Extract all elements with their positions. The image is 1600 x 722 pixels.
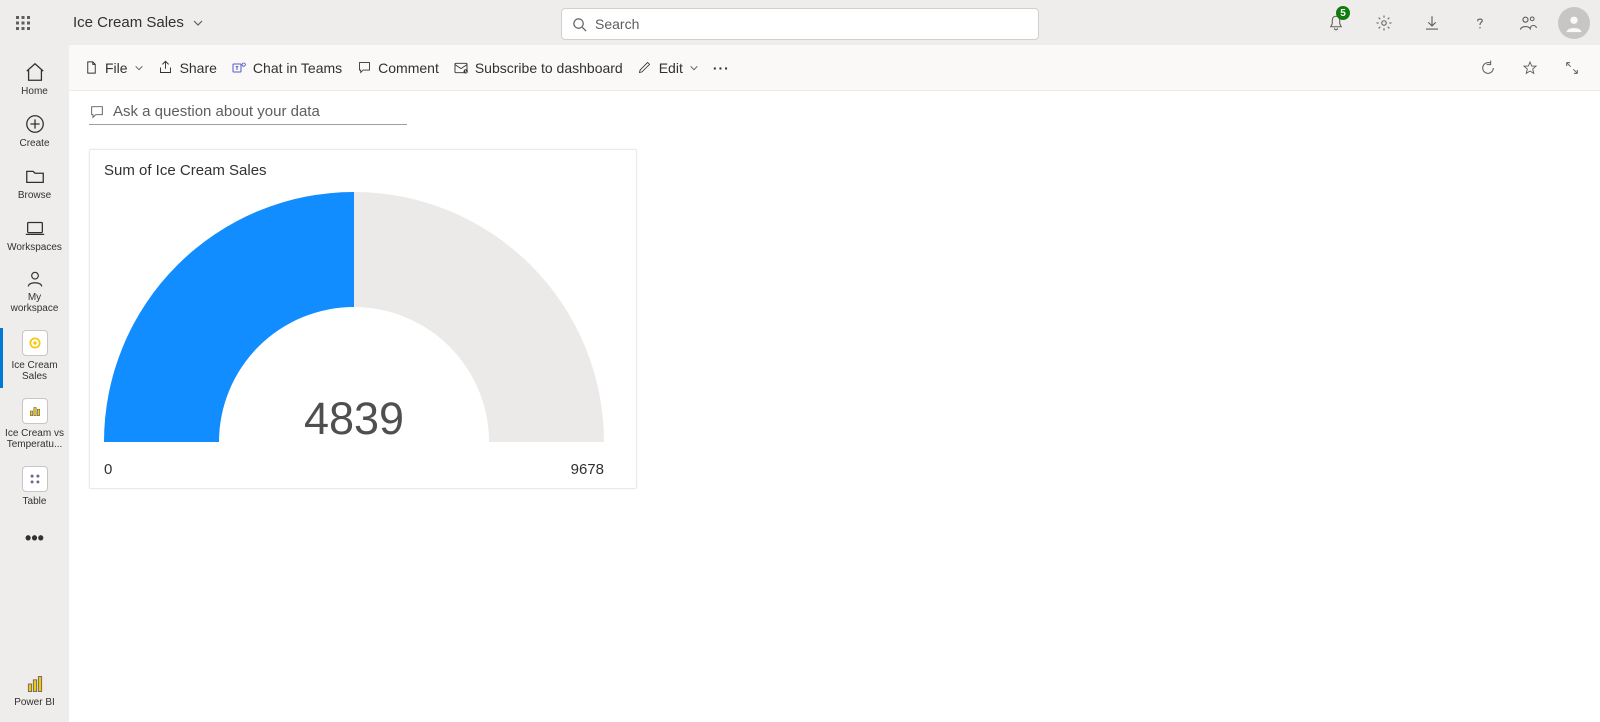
- dashboard-title: Ice Cream Sales: [73, 14, 184, 31]
- tile-title: Sum of Ice Cream Sales: [104, 162, 622, 179]
- comment-button[interactable]: Comment: [356, 60, 439, 76]
- help-button[interactable]: [1456, 0, 1504, 45]
- search-icon: [572, 17, 587, 32]
- comment-icon: [89, 104, 105, 120]
- nav-ice-cream-vs-temperature[interactable]: Ice Cream vs Temperatu...: [0, 392, 69, 460]
- gauge-min-label: 0: [104, 461, 112, 478]
- teams-icon: [231, 60, 247, 76]
- workspaces-icon: [24, 217, 46, 239]
- download-icon: [1423, 14, 1441, 32]
- qna-input[interactable]: Ask a question about your data: [89, 103, 407, 125]
- nav-workspaces[interactable]: Workspaces: [0, 211, 69, 263]
- share-icon: [158, 60, 173, 75]
- nav-home[interactable]: Home: [0, 55, 69, 107]
- refresh-button[interactable]: [1474, 54, 1502, 82]
- file-icon: [84, 60, 99, 75]
- settings-button[interactable]: [1360, 0, 1408, 45]
- dashboard-canvas: Sum of Ice Cream Sales 4839 0 9678: [69, 125, 1600, 489]
- gauge-chart: 4839: [104, 187, 604, 457]
- edit-menu[interactable]: Edit: [637, 60, 699, 76]
- favorite-button[interactable]: [1516, 54, 1544, 82]
- account-avatar[interactable]: [1558, 7, 1590, 39]
- help-icon: [1471, 14, 1489, 32]
- notification-badge: 5: [1336, 6, 1350, 20]
- app-header: Ice Cream Sales Search 5: [0, 0, 1600, 45]
- qna-placeholder: Ask a question about your data: [113, 103, 320, 120]
- comment-icon: [357, 60, 372, 75]
- folder-icon: [24, 165, 46, 187]
- power-bi-icon: [25, 674, 45, 694]
- subscribe-icon: [453, 60, 469, 76]
- nav-power-bi[interactable]: Power BI: [0, 668, 69, 722]
- subscribe-button[interactable]: Subscribe to dashboard: [453, 60, 623, 76]
- people-icon: [1518, 13, 1538, 33]
- download-button[interactable]: [1408, 0, 1456, 45]
- chevron-down-icon: [192, 17, 204, 29]
- gear-icon: [1375, 14, 1393, 32]
- nav-browse[interactable]: Browse: [0, 159, 69, 211]
- nav-ice-cream-sales[interactable]: Ice Cream Sales: [0, 324, 69, 392]
- gauge-value: 4839: [304, 393, 404, 445]
- star-icon: [1522, 60, 1538, 76]
- nav-more[interactable]: •••: [0, 523, 69, 553]
- chevron-down-icon: [689, 63, 699, 73]
- nav-table[interactable]: Table: [0, 460, 69, 517]
- nav-create[interactable]: Create: [0, 107, 69, 159]
- notifications-button[interactable]: 5: [1312, 0, 1360, 45]
- toolbar-more[interactable]: ···: [713, 60, 730, 76]
- main-content: File Share Chat in Teams Comment: [69, 45, 1600, 722]
- chat-in-teams-button[interactable]: Chat in Teams: [231, 60, 342, 76]
- waffle-icon: [15, 15, 31, 31]
- fullscreen-button[interactable]: [1558, 54, 1586, 82]
- person-icon: [25, 269, 45, 289]
- gauge-tile[interactable]: Sum of Ice Cream Sales 4839 0 9678: [89, 149, 637, 489]
- dashboard-thumb-icon: [22, 330, 48, 356]
- app-launcher-button[interactable]: [0, 0, 45, 45]
- nav-my-workspace[interactable]: My workspace: [0, 263, 69, 324]
- header-actions: 5: [1312, 0, 1590, 45]
- expand-icon: [1564, 60, 1580, 76]
- pencil-icon: [637, 60, 652, 75]
- dataset-thumb-icon: [22, 466, 48, 492]
- feedback-button[interactable]: [1504, 0, 1552, 45]
- search-placeholder: Search: [595, 16, 639, 32]
- share-button[interactable]: Share: [158, 60, 217, 76]
- dashboard-toolbar: File Share Chat in Teams Comment: [69, 45, 1600, 91]
- search-input[interactable]: Search: [561, 8, 1039, 40]
- chevron-down-icon: [134, 63, 144, 73]
- avatar-icon: [1563, 12, 1585, 34]
- dashboard-title-dropdown[interactable]: Ice Cream Sales: [45, 14, 216, 31]
- report-thumb-icon: [22, 398, 48, 424]
- file-menu[interactable]: File: [83, 60, 144, 76]
- left-nav: Home Create Browse Workspaces My workspa…: [0, 45, 69, 722]
- gauge-max-label: 9678: [571, 461, 604, 478]
- home-icon: [24, 61, 46, 83]
- plus-circle-icon: [24, 113, 46, 135]
- qna-section: Ask a question about your data: [69, 91, 1600, 125]
- refresh-icon: [1480, 60, 1496, 76]
